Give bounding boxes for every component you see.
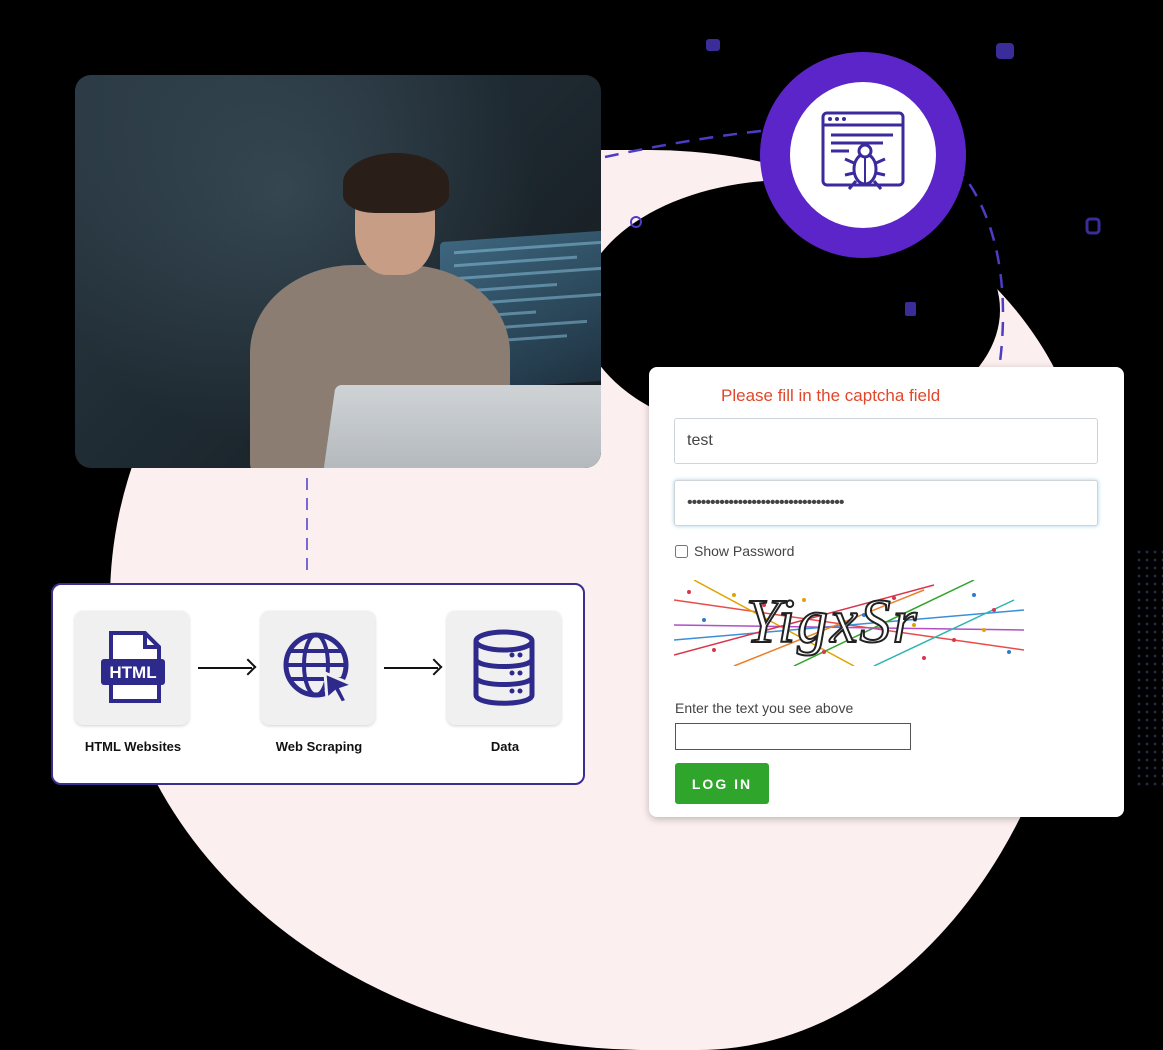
flow-tile-data [447, 611, 561, 725]
show-password-toggle[interactable]: Show Password [675, 543, 794, 559]
flow-arrow-2 [384, 667, 438, 669]
show-password-checkbox[interactable] [675, 545, 688, 558]
username-field[interactable] [674, 418, 1098, 464]
bug-badge [760, 52, 966, 258]
password-field[interactable] [674, 480, 1098, 526]
login-button[interactable]: LOG IN [675, 763, 769, 804]
scraping-flow-card: HTML HTML Websites Web Scraping Data [51, 583, 585, 785]
captcha-hint: Enter the text you see above [675, 700, 854, 716]
flow-label-data: Data [490, 739, 520, 754]
decorative-dots [1135, 548, 1163, 788]
svg-text:HTML: HTML [109, 663, 156, 682]
laptop [314, 385, 601, 468]
flow-tile-html: HTML [75, 611, 189, 725]
developer-photo [75, 75, 601, 468]
flow-tile-scraping [261, 611, 375, 725]
login-form: Please fill in the captcha field Show Pa… [649, 367, 1124, 817]
captcha-error-message: Please fill in the captcha field [721, 386, 941, 405]
captcha-text: YigxSr [746, 588, 919, 656]
flow-label-scraping: Web Scraping [275, 739, 363, 754]
captcha-input[interactable] [675, 723, 911, 750]
person-hair [343, 153, 449, 213]
flow-arrow-1 [198, 667, 252, 669]
globe-cursor-icon [283, 632, 358, 705]
show-password-label: Show Password [694, 543, 795, 559]
flow-label-html: HTML Websites [84, 739, 182, 754]
html-file-icon: HTML [101, 631, 165, 703]
database-icon [473, 629, 535, 706]
captcha-image: YigxSr [674, 580, 1024, 666]
web-bug-icon [821, 111, 905, 190]
